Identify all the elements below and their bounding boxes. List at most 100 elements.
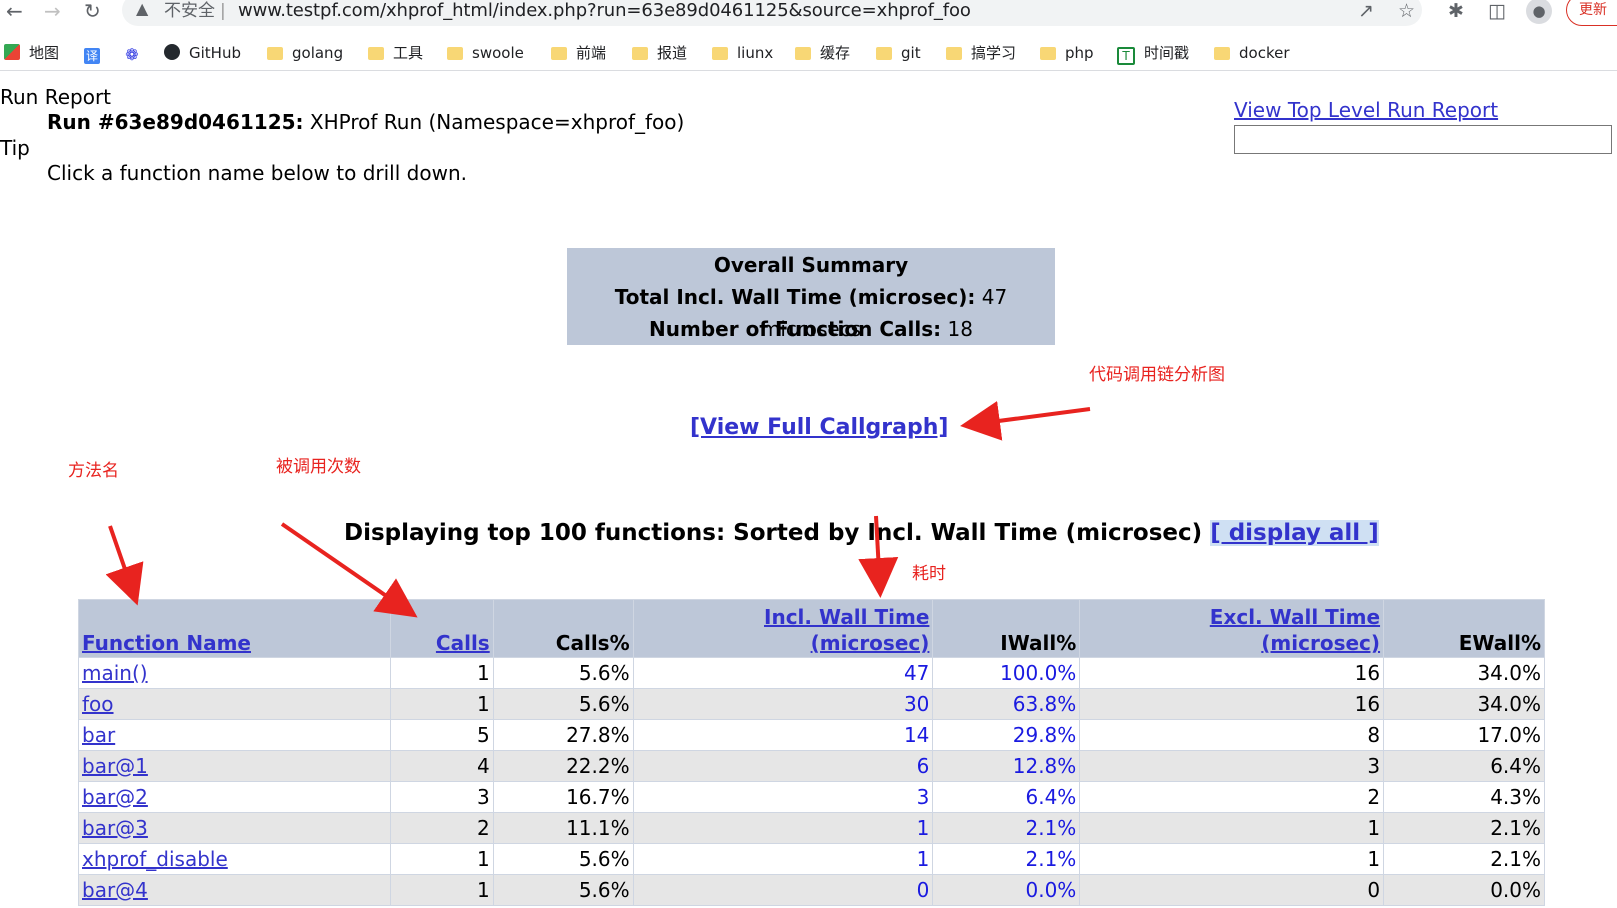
display-all-link[interactable]: [ display all ] xyxy=(1210,520,1379,546)
bookmark-item[interactable]: swoole xyxy=(447,42,524,64)
share-icon[interactable]: ↗ xyxy=(1358,0,1374,22)
bookmark-label: 地图 xyxy=(29,44,60,62)
function-name-cell: xhprof_disable xyxy=(78,843,391,875)
function-link[interactable]: bar xyxy=(82,723,115,747)
run-description: XHProf Run (Namespace=xhprof_foo) xyxy=(309,110,685,134)
folder-icon xyxy=(1214,47,1230,60)
function-link[interactable]: bar@4 xyxy=(82,878,148,902)
bookmark-item[interactable]: GitHub xyxy=(164,42,241,64)
table-row: bar@1 4 22.2% 6 12.8% 3 6.4% xyxy=(78,750,1545,782)
view-callgraph-link[interactable]: [View Full Callgraph] xyxy=(690,415,948,440)
incl-wall-label-1[interactable]: Incl. Wall Time xyxy=(764,605,929,629)
warning-icon[interactable]: ▲ xyxy=(136,0,148,18)
bookmark-label: golang xyxy=(292,44,344,62)
display-all-label[interactable]: [ display all ] xyxy=(1210,520,1379,546)
bookmark-item[interactable]: 译 xyxy=(84,42,109,64)
table-row: main() 1 5.6% 47 100.0% 16 34.0% xyxy=(78,657,1545,689)
sort-calls-link[interactable]: Calls xyxy=(436,631,490,655)
function-link[interactable]: foo xyxy=(82,692,114,716)
bookmark-item[interactable]: php xyxy=(1040,42,1094,64)
folder-icon xyxy=(712,47,728,60)
bookmark-label: 工具 xyxy=(393,44,424,62)
incl-wall-label-2[interactable]: (microsec) xyxy=(811,631,930,655)
bookmark-item[interactable]: T 时间戳 xyxy=(1117,42,1189,65)
header-function-name[interactable]: Function Name xyxy=(78,599,391,658)
bookmark-item[interactable]: git xyxy=(876,42,921,64)
maps-icon xyxy=(4,44,20,60)
folder-icon xyxy=(551,47,567,60)
header-excl-wall[interactable]: Excl. Wall Time (microsec) xyxy=(1079,599,1385,658)
incl-wall-cell: 3 xyxy=(632,781,934,813)
iwall-pct-cell: 100.0% xyxy=(932,657,1081,689)
calls-cell: 1 xyxy=(389,657,494,689)
sort-incl-wall-link[interactable]: Incl. Wall Time (microsec) xyxy=(764,605,929,655)
function-name-cell: foo xyxy=(78,688,391,720)
ewall-pct-cell: 2.1% xyxy=(1383,843,1545,875)
reload-icon[interactable]: ↻ xyxy=(84,0,101,22)
header-calls[interactable]: Calls xyxy=(389,599,494,658)
insecure-label[interactable]: 不安全 xyxy=(164,0,215,22)
function-link[interactable]: xhprof_disable xyxy=(82,847,228,871)
ewall-pct-cell: 17.0% xyxy=(1383,719,1545,751)
incl-wall-cell: 1 xyxy=(632,843,934,875)
update-button[interactable]: 更新 xyxy=(1566,0,1617,26)
bookmark-item[interactable]: 地图 xyxy=(4,42,59,64)
sort-function-name-link[interactable]: Function Name xyxy=(82,631,251,655)
bookmark-item[interactable]: 前端 xyxy=(551,42,606,64)
extensions-icon[interactable]: ✱ xyxy=(1448,0,1464,22)
incl-wall-cell: 6 xyxy=(632,750,934,782)
bookmarks-bar: 地图 译 ❁ GitHub golang 工具 swoole 前端 报道 liunx 缓存 git 搞学… xyxy=(0,36,1617,71)
bookmark-item[interactable]: liunx xyxy=(712,42,773,64)
tip-text: Click a function name below to drill dow… xyxy=(47,161,467,185)
header-incl-wall[interactable]: Incl. Wall Time (microsec) xyxy=(632,599,934,658)
star-icon[interactable]: ☆ xyxy=(1398,0,1415,22)
excl-wall-cell: 16 xyxy=(1079,688,1385,720)
header-iwall-pct: IWall% xyxy=(932,599,1081,658)
top-level-input[interactable] xyxy=(1234,125,1612,154)
function-link[interactable]: bar@1 xyxy=(82,754,148,778)
table-header-row: Function Name Calls Calls% Incl. Wall Ti… xyxy=(78,599,1545,658)
bookmark-item[interactable]: 工具 xyxy=(368,42,423,64)
bookmark-item[interactable]: ❁ xyxy=(124,42,149,64)
excl-wall-cell: 0 xyxy=(1079,874,1385,906)
function-link[interactable]: bar@2 xyxy=(82,785,148,809)
calls-pct-cell: 16.7% xyxy=(492,781,634,813)
url-separator: | xyxy=(220,1,226,21)
bookmark-item[interactable]: 缓存 xyxy=(795,42,850,64)
back-icon[interactable]: ← xyxy=(6,0,23,22)
function-link[interactable]: main() xyxy=(82,661,148,685)
bookmark-item[interactable]: 报道 xyxy=(632,42,687,64)
summary-wall-label: Total Incl. Wall Time (microsec): xyxy=(614,285,976,309)
bookmark-item[interactable]: docker xyxy=(1214,42,1290,64)
bookmark-label: 报道 xyxy=(657,44,688,62)
annotation-time: 耗时 xyxy=(912,564,946,584)
iwall-pct-cell: 63.8% xyxy=(932,688,1081,720)
sort-excl-wall-link[interactable]: Excl. Wall Time (microsec) xyxy=(1210,605,1380,655)
ewall-pct-cell: 34.0% xyxy=(1383,688,1545,720)
bookmark-item[interactable]: golang xyxy=(267,42,343,64)
iwall-pct-cell: 29.8% xyxy=(932,719,1081,751)
bookmark-label: liunx xyxy=(737,44,774,62)
run-id: Run #63e89d0461125: xyxy=(47,110,304,134)
folder-icon xyxy=(795,47,811,60)
profile-avatar-icon[interactable]: ● xyxy=(1526,0,1552,24)
folder-icon xyxy=(447,47,463,60)
annotation-calls: 被调用次数 xyxy=(276,457,361,477)
view-top-level-link[interactable]: View Top Level Run Report xyxy=(1234,98,1498,122)
summary-title: Overall Summary xyxy=(713,253,909,277)
bookmark-item[interactable]: 搞学习 xyxy=(946,42,1016,64)
baidu-paw-icon: ❁ xyxy=(125,45,139,64)
incl-wall-cell: 14 xyxy=(632,719,934,751)
table-row: xhprof_disable 1 5.6% 1 2.1% 1 2.1% xyxy=(78,843,1545,875)
excl-wall-label-1[interactable]: Excl. Wall Time xyxy=(1210,605,1380,629)
header-ewall-pct: EWall% xyxy=(1383,599,1545,658)
function-link[interactable]: bar@3 xyxy=(82,816,148,840)
excl-wall-label-2[interactable]: (microsec) xyxy=(1261,631,1380,655)
iwall-pct-cell: 2.1% xyxy=(932,843,1081,875)
side-panel-icon[interactable]: ◫ xyxy=(1488,0,1506,22)
run-report-heading: Run Report xyxy=(0,85,112,109)
forward-icon[interactable]: → xyxy=(44,0,61,22)
url-text[interactable]: www.testpf.com/xhprof_html/index.php?run… xyxy=(238,0,971,22)
calls-pct-cell: 5.6% xyxy=(492,874,634,906)
iwall-pct-cell: 2.1% xyxy=(932,812,1081,844)
